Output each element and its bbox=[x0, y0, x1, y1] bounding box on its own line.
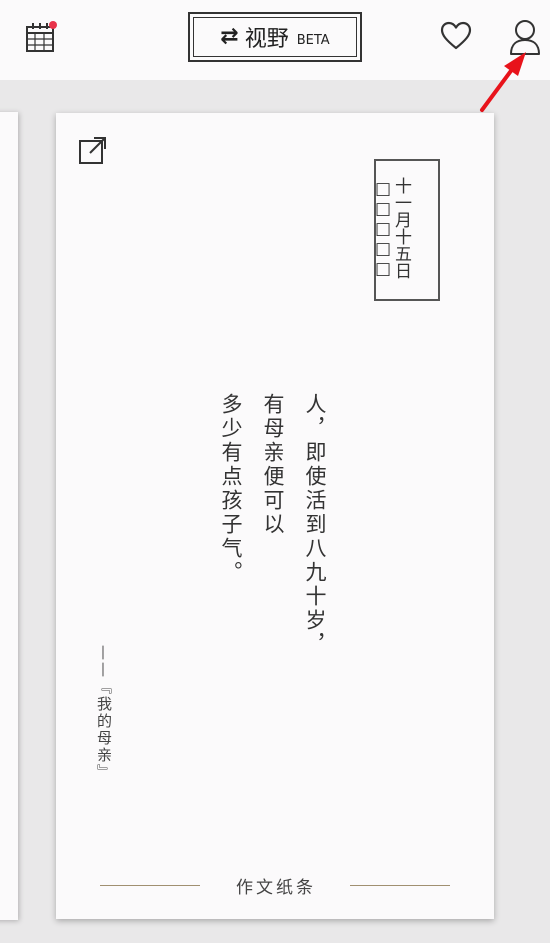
date-placeholders: □□□□□ bbox=[373, 179, 393, 279]
notification-dot bbox=[49, 21, 57, 29]
red-arrow-annotation bbox=[480, 52, 526, 112]
footer-divider-right bbox=[350, 885, 450, 886]
quote-source: ——『我的母亲』 bbox=[95, 645, 113, 781]
poem-line-1: 人，即使活到八九十岁， bbox=[303, 393, 327, 657]
beta-badge: BETA bbox=[296, 32, 330, 48]
date-label: 十一月十五日 bbox=[391, 177, 411, 279]
previous-card-edge[interactable] bbox=[0, 112, 18, 920]
footer-divider-left bbox=[100, 885, 200, 886]
heart-icon[interactable] bbox=[440, 20, 472, 52]
switch-icon: ⇄ bbox=[220, 24, 239, 49]
card-footer-label: 作文纸条 bbox=[236, 878, 316, 898]
share-icon[interactable] bbox=[78, 135, 108, 165]
poem-line-3: 多少有点孩子气。 bbox=[219, 393, 243, 585]
app-title: 视野 bbox=[244, 27, 289, 52]
quote-card[interactable]: 十一月十五日 □□□□□ 人，即使活到八九十岁， 有母亲便可以 多少有点孩子气。… bbox=[56, 113, 494, 919]
top-bar: ⇄ 视野 BETA bbox=[0, 0, 550, 80]
brand-frame: ⇄ 视野 BETA bbox=[193, 17, 357, 57]
calendar-icon[interactable] bbox=[24, 20, 58, 54]
date-stamp: 十一月十五日 □□□□□ bbox=[373, 159, 440, 301]
poem-line-2: 有母亲便可以 bbox=[261, 393, 285, 537]
view-switch-button[interactable]: ⇄ 视野 BETA bbox=[188, 12, 362, 62]
